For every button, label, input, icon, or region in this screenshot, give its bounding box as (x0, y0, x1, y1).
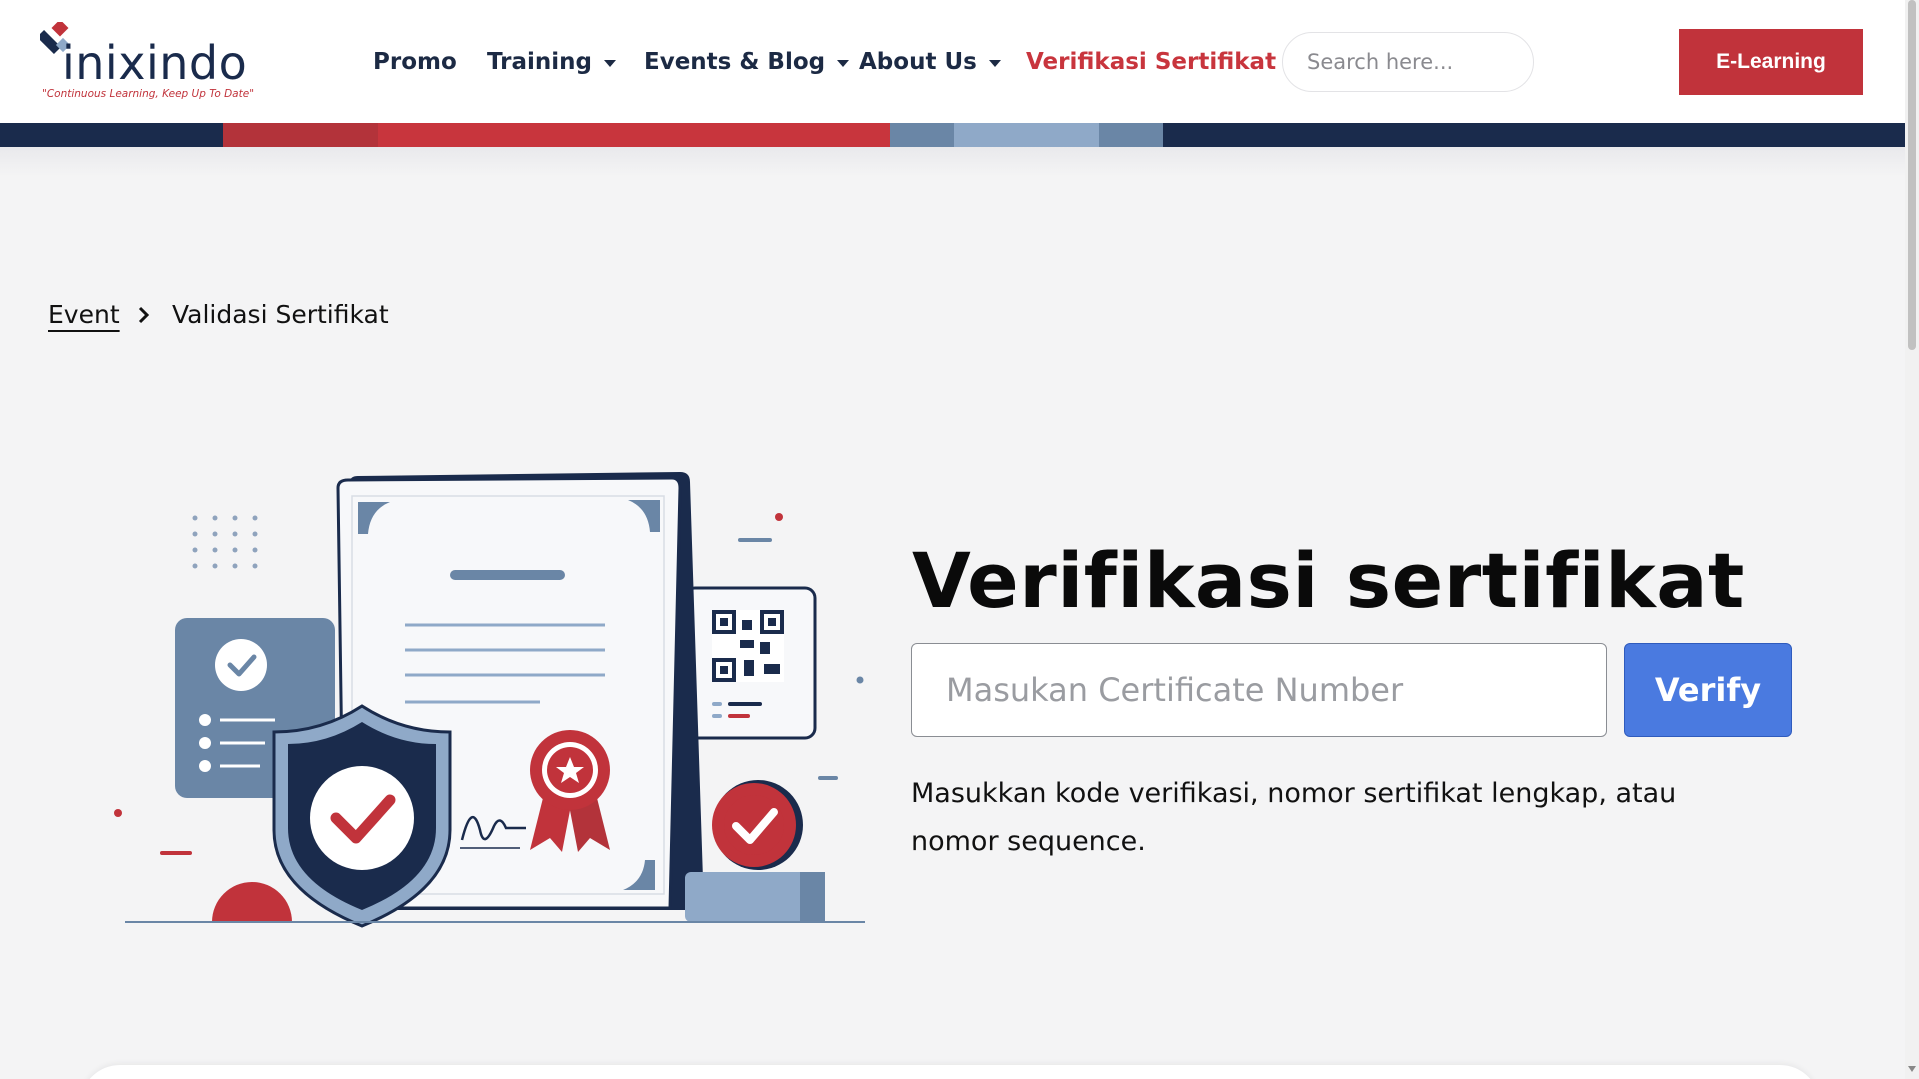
check-seal-icon (685, 780, 825, 922)
nav-events-blog[interactable]: Events & Blog (644, 44, 850, 80)
nav-promo-label: Promo (373, 49, 457, 75)
logo-tagline: "Continuous Learning, Keep Up To Date" (42, 88, 255, 100)
page-title: Verifikasi sertifikat (912, 536, 1745, 625)
verify-help-text: Masukkan kode verifikasi, nomor sertifik… (911, 778, 1677, 857)
logo-wordmark: inixindo (62, 36, 248, 90)
inixindo-logo[interactable]: inixindo "Continuous Learning, Keep Up T… (40, 22, 254, 102)
breadcrumb-current: Validasi Sertifikat (172, 300, 389, 329)
nav-training-label: Training (487, 49, 593, 75)
certificate-number-input[interactable] (911, 643, 1607, 737)
elearning-button[interactable]: E-Learning (1679, 29, 1863, 95)
site-header: inixindo "Continuous Learning, Keep Up T… (0, 0, 1905, 123)
chevron-down-icon (604, 59, 617, 67)
nav-verifikasi-sertifikat[interactable]: Verifikasi Sertifikat (1026, 44, 1276, 80)
scrollbar-thumb[interactable] (1908, 0, 1916, 350)
search-placeholder: Search here... (1307, 50, 1454, 74)
nav-verifikasi-label: Verifikasi Sertifikat (1026, 49, 1277, 75)
qr-code-icon (683, 586, 817, 740)
nav-promo[interactable]: Promo (373, 44, 457, 80)
scroll-down-arrow-icon[interactable] (1908, 1066, 1916, 1072)
header-shadow (0, 147, 1905, 177)
breadcrumb-event-link[interactable]: Event (48, 300, 120, 329)
nav-about-us-label: About Us (859, 49, 977, 75)
chevron-right-icon (138, 306, 150, 324)
nav-training[interactable]: Training (487, 44, 617, 80)
certificate-verification-illustration (114, 472, 865, 928)
content-card (80, 1065, 1820, 1079)
nav-about-us[interactable]: About Us (859, 44, 1001, 80)
header-color-stripe (0, 123, 1905, 147)
verify-button[interactable]: Verify (1624, 643, 1792, 737)
page-scrollbar[interactable] (1905, 0, 1919, 1079)
chevron-down-icon (988, 59, 1001, 67)
chevron-down-icon (837, 59, 850, 67)
search-input[interactable]: Search here... (1282, 32, 1534, 92)
nav-events-blog-label: Events & Blog (644, 49, 826, 75)
